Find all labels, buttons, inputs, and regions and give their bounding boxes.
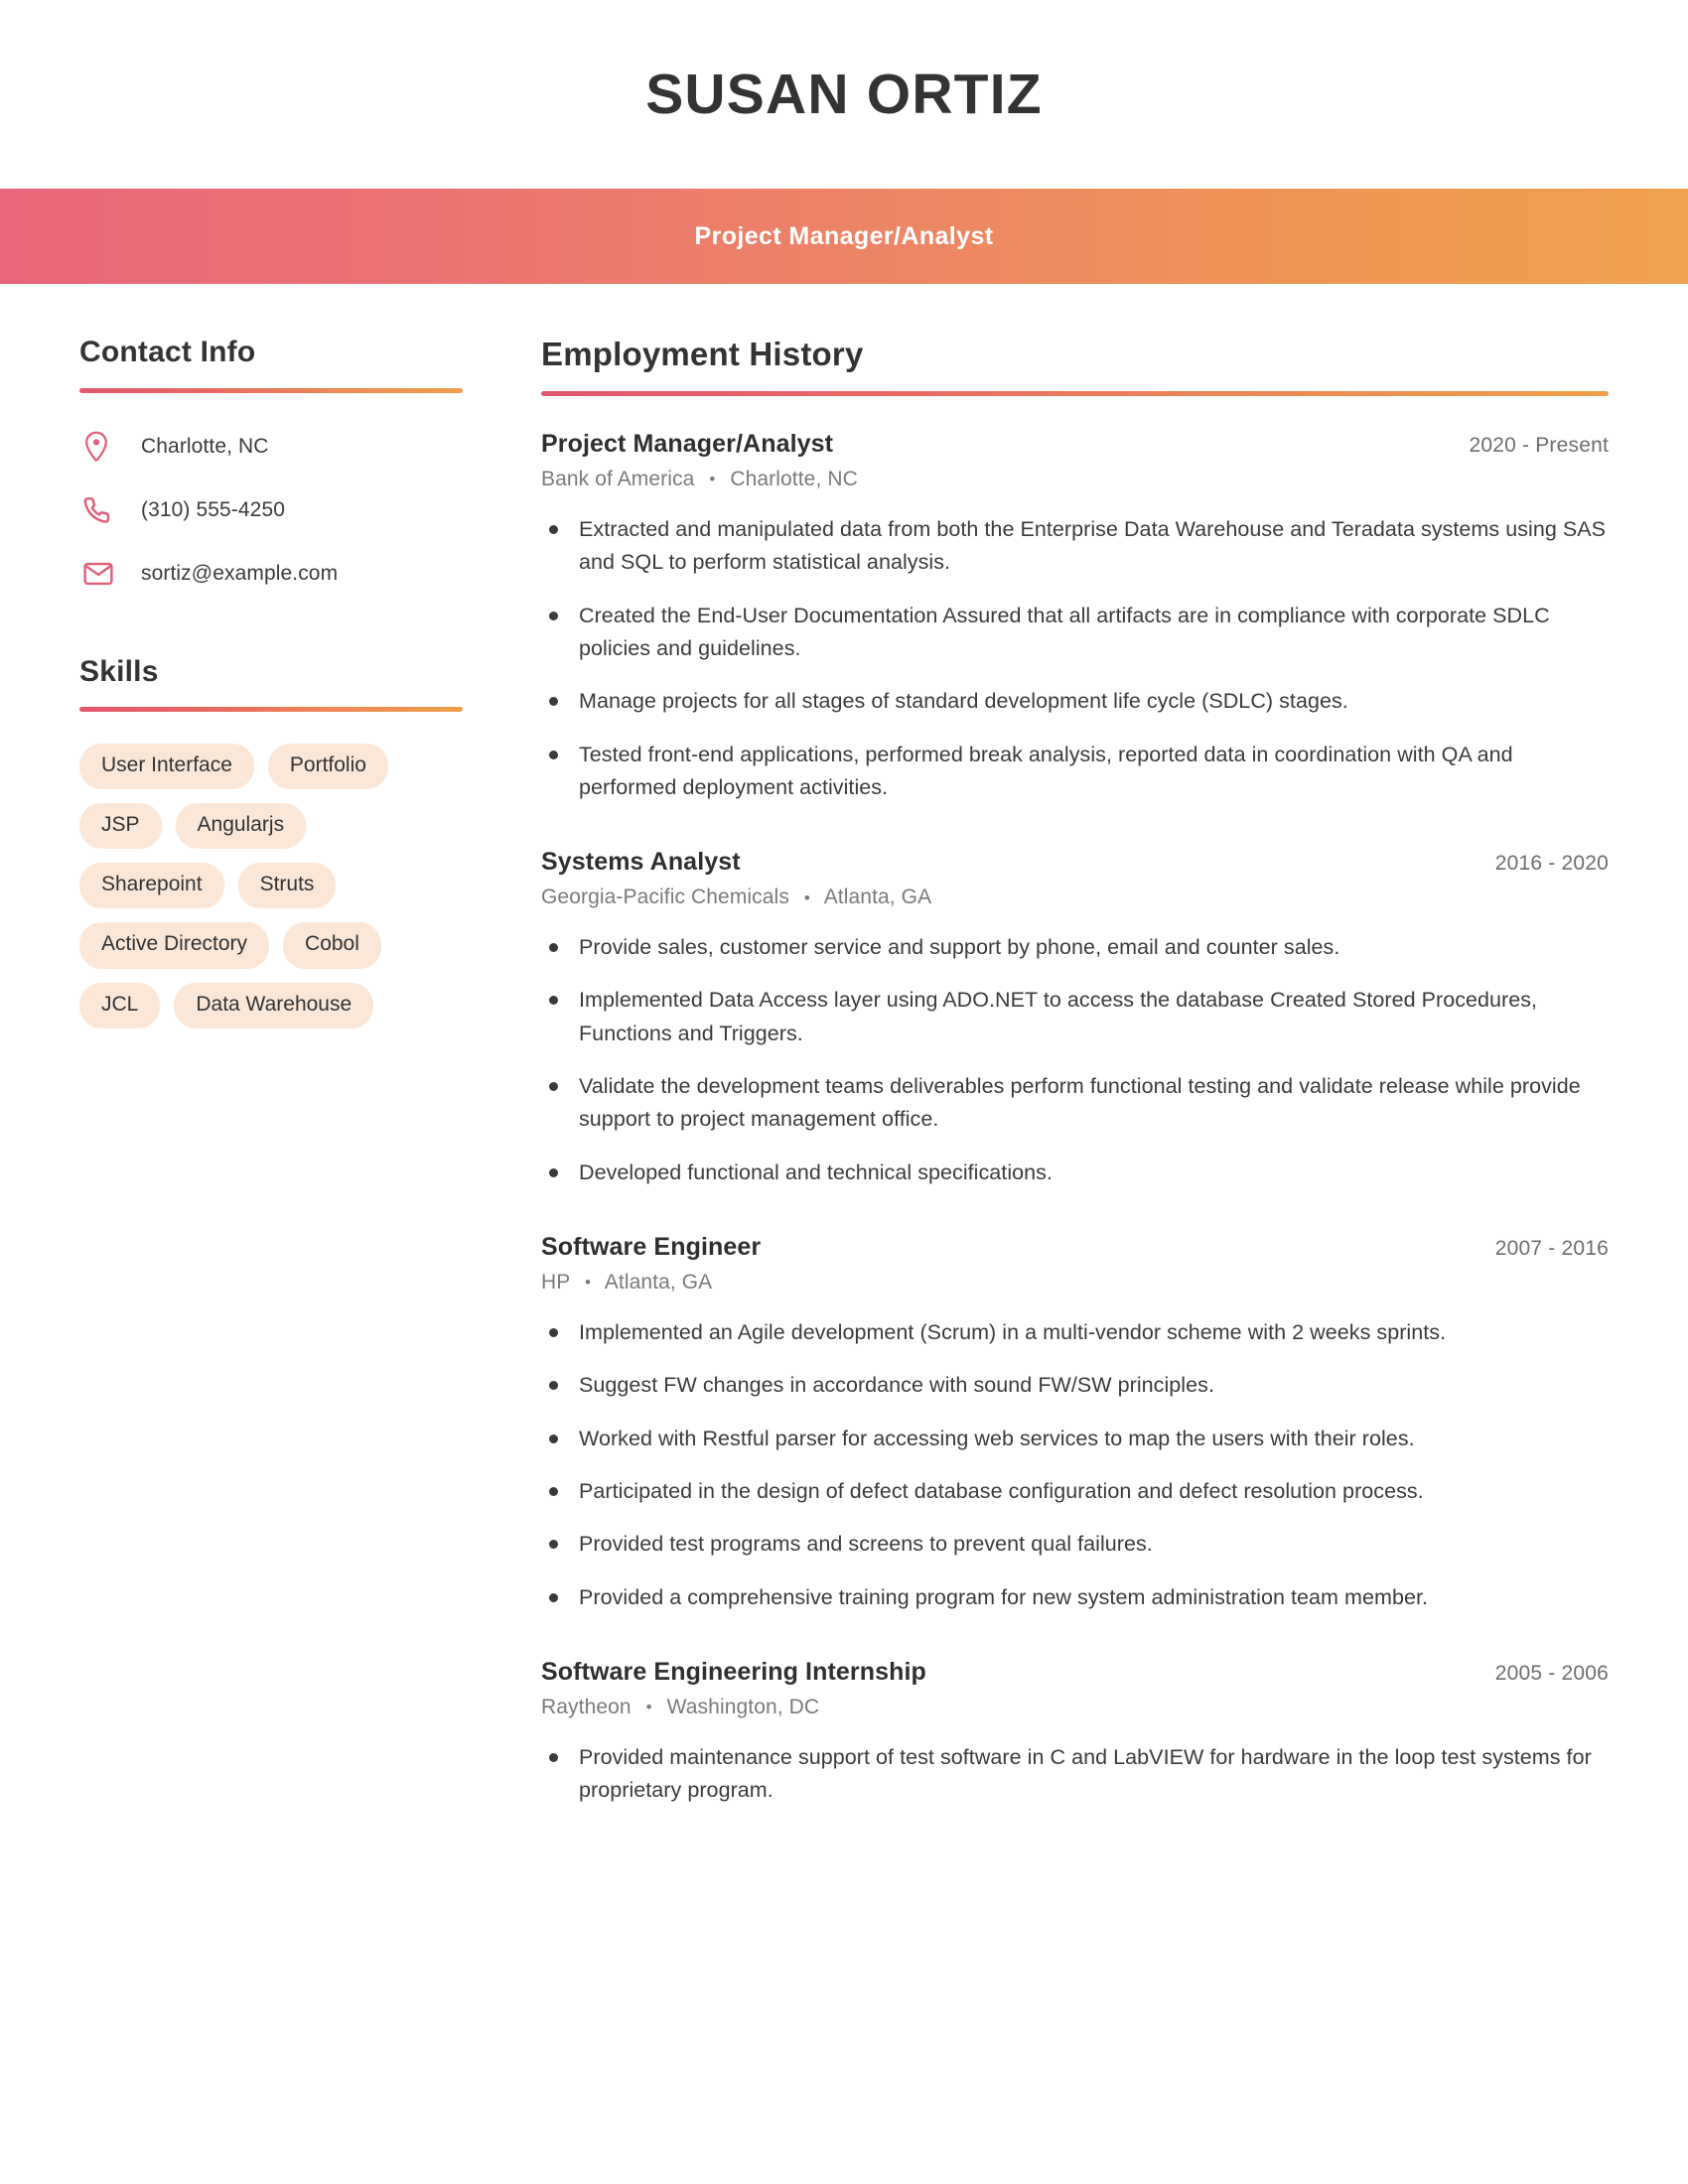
contact-info-section: Contact Info Charlotte, NC (310) 555-425…	[79, 336, 463, 594]
skill-tag: Angularjs	[175, 803, 307, 850]
job-bullet: Manage projects for all stages of standa…	[541, 685, 1609, 718]
job-company: Raytheon	[541, 1695, 632, 1718]
job-list: Project Manager/Analyst 2020 - Present B…	[541, 430, 1609, 1808]
job-header: Software Engineering Internship 2005 - 2…	[541, 1658, 1609, 1687]
job-meta: Raytheon • Washington, DC	[541, 1696, 1609, 1719]
resume-body: Contact Info Charlotte, NC (310) 555-425…	[0, 284, 1688, 1851]
job-meta: Bank of America • Charlotte, NC	[541, 468, 1609, 491]
bullet-separator-icon: •	[584, 1273, 591, 1293]
job-bullet: Participated in the design of defect dat…	[541, 1475, 1609, 1508]
phone-icon	[83, 496, 127, 524]
contact-info-divider	[79, 387, 463, 393]
skills-divider	[79, 707, 463, 712]
bullet-separator-icon: •	[803, 887, 810, 907]
job-bullets: Extracted and manipulated data from both…	[541, 513, 1609, 804]
job-title-text: Project Manager/Analyst	[694, 221, 994, 250]
job-bullet: Suggest FW changes in accordance with so…	[541, 1369, 1609, 1402]
resume-header: SUSAN ORTIZ	[0, 0, 1688, 189]
skill-tag: Portfolio	[267, 744, 388, 790]
skill-tag: Struts	[237, 863, 337, 909]
job-bullet: Provided test programs and screens to pr…	[541, 1528, 1609, 1561]
skills-heading: Skills	[79, 654, 159, 688]
job-meta: Georgia-Pacific Chemicals • Atlanta, GA	[541, 886, 1609, 909]
contact-info-heading: Contact Info	[79, 336, 256, 368]
job-title-band: Project Manager/Analyst	[0, 189, 1688, 284]
employment-history-heading: Employment History	[541, 336, 864, 372]
job-company: Georgia-Pacific Chemicals	[541, 886, 789, 909]
contact-item-email: sortiz@example.com	[79, 554, 463, 594]
contact-location-value: Charlotte, NC	[141, 434, 269, 458]
main-column: Employment History Project Manager/Analy…	[541, 336, 1688, 1851]
job-location: Charlotte, NC	[730, 467, 858, 490]
location-pin-icon	[83, 431, 127, 463]
skill-tag: Active Directory	[79, 922, 270, 969]
job-dates: 2005 - 2006	[1494, 1661, 1609, 1685]
job-header: Software Engineer 2007 - 2016	[541, 1233, 1609, 1262]
job-header: Systems Analyst 2016 - 2020	[541, 848, 1609, 877]
job-role: Software Engineering Internship	[541, 1657, 926, 1686]
contact-list: Charlotte, NC (310) 555-4250 sortiz@exam…	[79, 427, 463, 594]
job-bullet: Worked with Restful parser for accessing…	[541, 1423, 1609, 1455]
skill-tag: User Interface	[79, 744, 254, 790]
skills-section: Skills User Interface Portfolio JSP Angu…	[79, 655, 463, 1028]
job-bullets: Provided maintenance support of test sof…	[541, 1741, 1609, 1808]
sidebar: Contact Info Charlotte, NC (310) 555-425…	[0, 336, 541, 1028]
job-dates: 2020 - Present	[1469, 433, 1609, 457]
job-bullet: Created the End-User Documentation Assur…	[541, 600, 1609, 666]
skill-tag: Sharepoint	[79, 863, 224, 909]
bullet-separator-icon: •	[645, 1698, 652, 1717]
page-title: SUSAN ORTIZ	[645, 62, 1043, 126]
job-header: Project Manager/Analyst 2020 - Present	[541, 430, 1609, 459]
job-bullet: Implemented an Agile development (Scrum)…	[541, 1316, 1609, 1349]
job-role: Project Manager/Analyst	[541, 429, 834, 458]
job-company: Bank of America	[541, 467, 695, 490]
job-entry: Project Manager/Analyst 2020 - Present B…	[541, 430, 1609, 804]
skill-tag: JSP	[79, 803, 162, 850]
job-bullets: Implemented an Agile development (Scrum)…	[541, 1316, 1609, 1614]
resume-page: SUSAN ORTIZ Project Manager/Analyst Cont…	[0, 0, 1688, 2184]
skills-tag-list: User Interface Portfolio JSP Angularjs S…	[79, 744, 463, 1028]
job-location: Washington, DC	[666, 1695, 820, 1718]
skill-tag: Data Warehouse	[174, 982, 374, 1028]
envelope-icon	[83, 561, 127, 587]
employment-history-divider	[541, 390, 1609, 396]
job-bullets: Provide sales, customer service and supp…	[541, 931, 1609, 1189]
job-dates: 2007 - 2016	[1494, 1237, 1609, 1260]
job-location: Atlanta, GA	[823, 886, 932, 909]
contact-email-value: sortiz@example.com	[141, 561, 339, 585]
job-meta: HP • Atlanta, GA	[541, 1271, 1609, 1295]
job-dates: 2016 - 2020	[1494, 852, 1609, 876]
job-bullet: Developed functional and technical speci…	[541, 1157, 1609, 1189]
job-location: Atlanta, GA	[604, 1271, 713, 1294]
skill-tag: JCL	[79, 982, 161, 1028]
job-bullet: Extracted and manipulated data from both…	[541, 513, 1609, 580]
contact-item-phone: (310) 555-4250	[79, 490, 463, 530]
contact-item-location: Charlotte, NC	[79, 427, 463, 467]
job-bullet: Provided a comprehensive training progra…	[541, 1581, 1609, 1614]
job-bullet: Validate the development teams deliverab…	[541, 1070, 1609, 1137]
bullet-separator-icon: •	[709, 470, 716, 489]
job-bullet: Implemented Data Access layer using ADO.…	[541, 984, 1609, 1050]
job-bullet: Provide sales, customer service and supp…	[541, 931, 1609, 964]
job-entry: Software Engineer 2007 - 2016 HP • Atlan…	[541, 1233, 1609, 1614]
job-company: HP	[541, 1271, 570, 1294]
job-bullet: Tested front-end applications, performed…	[541, 739, 1609, 805]
contact-phone-value: (310) 555-4250	[141, 497, 286, 521]
job-entry: Systems Analyst 2016 - 2020 Georgia-Paci…	[541, 848, 1609, 1189]
job-role: Systems Analyst	[541, 848, 741, 877]
job-bullet: Provided maintenance support of test sof…	[541, 1741, 1609, 1808]
skill-tag: Cobol	[283, 922, 381, 969]
job-role: Software Engineer	[541, 1233, 762, 1261]
job-entry: Software Engineering Internship 2005 - 2…	[541, 1658, 1609, 1808]
